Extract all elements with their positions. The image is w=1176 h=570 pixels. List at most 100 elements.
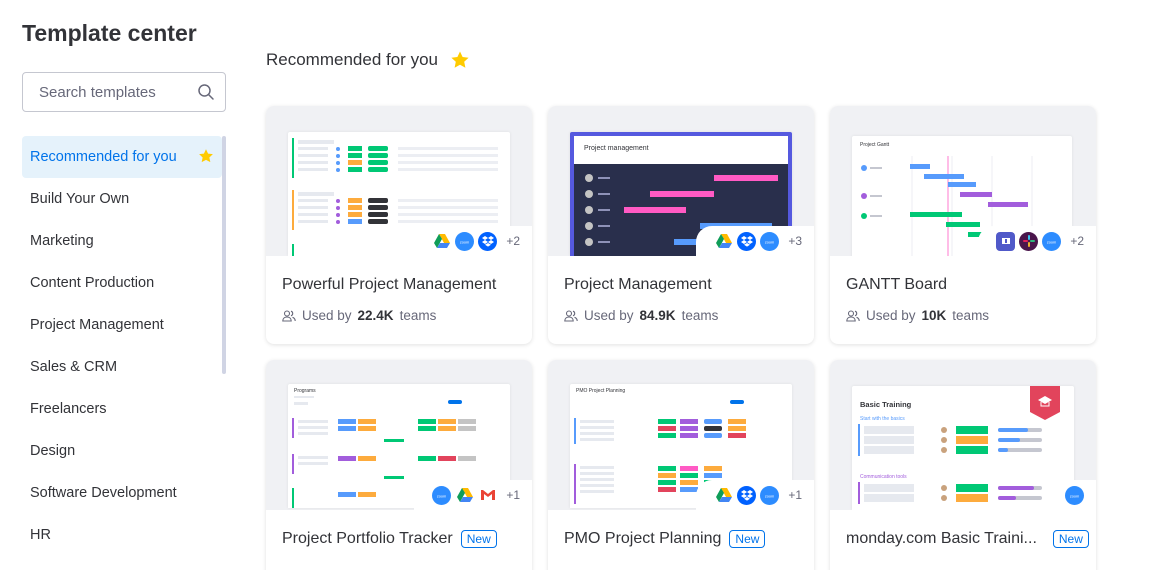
google-drive-icon — [455, 486, 474, 505]
preview-title: Basic Training — [860, 400, 912, 409]
preview-section-basics: Start with the basics — [860, 416, 905, 422]
dropbox-icon — [737, 231, 757, 251]
nav-item-label: Sales & CRM — [30, 359, 118, 375]
more-integrations-count: +2 — [506, 234, 520, 248]
svg-text:zoom: zoom — [460, 240, 469, 244]
template-center: Template center Recommended for you Buil… — [0, 0, 1176, 570]
microsoft-teams-icon — [996, 231, 1016, 251]
template-name: monday.com Basic Traini... New — [846, 530, 1089, 548]
template-preview: Programs zoom +1 — [266, 360, 532, 510]
svg-text:zoom: zoom — [1070, 494, 1079, 498]
users-icon — [846, 309, 860, 322]
google-drive-icon — [432, 232, 451, 251]
template-title: Powerful Project Management — [282, 276, 497, 293]
usage-number: 84.9K — [639, 308, 676, 323]
template-card[interactable]: Basic Training Start with the basics Com… — [830, 360, 1096, 570]
template-preview: zoom +2 — [266, 106, 532, 256]
integrations: zoom — [1047, 480, 1096, 510]
gmail-icon — [478, 486, 497, 505]
more-integrations-count: +3 — [788, 234, 802, 248]
zoom-icon: zoom — [1042, 231, 1062, 251]
nav-item-label: Content Production — [30, 275, 155, 291]
more-integrations-count: +1 — [506, 488, 520, 502]
nav-item-label: Build Your Own — [30, 191, 130, 207]
svg-text:zoom: zoom — [765, 240, 774, 244]
template-title: Project Portfolio Tracker — [282, 530, 453, 547]
search-input[interactable] — [39, 83, 189, 101]
new-badge: New — [1052, 530, 1089, 548]
usage-suffix: teams — [399, 308, 437, 323]
svg-text:zoom: zoom — [1047, 240, 1056, 244]
integrations: zoom +2 — [414, 226, 532, 256]
preview-section-communication: Communication tools — [860, 474, 907, 480]
integrations: zoom +2 — [978, 226, 1096, 256]
star-icon — [451, 51, 469, 68]
nav-item-sales-crm[interactable]: Sales & CRM — [22, 346, 222, 388]
template-card[interactable]: PMO Project Planning zoom +1 PMO Project… — [548, 360, 814, 570]
nav-item-project-management[interactable]: Project Management — [22, 304, 222, 346]
template-preview: Basic Training Start with the basics Com… — [830, 360, 1096, 510]
nav-item-design[interactable]: Design — [22, 430, 222, 472]
template-card[interactable]: Project Gantt zoom +2 GANTT Board Used b… — [830, 106, 1096, 344]
template-name: Project Portfolio Tracker New — [282, 530, 497, 548]
template-name: PMO Project Planning New — [564, 530, 766, 548]
integrations: zoom +1 — [414, 480, 532, 510]
template-card[interactable]: Project management zoom +3 Project Manag… — [548, 106, 814, 344]
template-title: PMO Project Planning — [564, 530, 722, 547]
template-title: GANTT Board — [846, 276, 948, 293]
usage-number: 10K — [921, 308, 947, 323]
zoom-icon: zoom — [1065, 485, 1084, 505]
dropbox-icon — [478, 231, 498, 251]
users-icon — [282, 309, 296, 322]
more-integrations-count: +2 — [1070, 234, 1084, 248]
nav-item-software-development[interactable]: Software Development — [22, 472, 222, 514]
nav-item-label: Design — [30, 443, 76, 459]
new-badge: New — [729, 530, 766, 548]
template-name: Project Management — [564, 276, 712, 294]
sidebar-scrollbar[interactable] — [222, 136, 226, 374]
more-integrations-count: +1 — [788, 488, 802, 502]
search-icon[interactable] — [197, 83, 215, 101]
usage-suffix: teams — [952, 308, 990, 323]
nav-item-recommended[interactable]: Recommended for you — [22, 136, 222, 178]
svg-text:zoom: zoom — [765, 494, 774, 498]
zoom-icon: zoom — [760, 231, 780, 251]
preview-title: Programs — [294, 388, 316, 394]
google-drive-icon — [714, 486, 733, 505]
usage-count: Used by 10K teams — [846, 308, 989, 323]
usage-prefix: Used by — [866, 308, 916, 323]
section-title: Recommended for you — [266, 50, 470, 70]
nav-item-label: Software Development — [30, 485, 177, 501]
usage-prefix: Used by — [302, 308, 352, 323]
usage-prefix: Used by — [584, 308, 634, 323]
template-name: GANTT Board — [846, 276, 947, 294]
template-preview: Project management zoom +3 — [548, 106, 814, 256]
template-card[interactable]: zoom +2 Powerful Project Management Used… — [266, 106, 532, 344]
usage-count: Used by 22.4K teams — [282, 308, 436, 323]
template-name: Powerful Project Management — [282, 276, 496, 294]
nav-item-label: Marketing — [30, 233, 94, 249]
integrations: zoom +1 — [696, 480, 814, 510]
zoom-icon: zoom — [455, 231, 475, 251]
template-card[interactable]: Programs zoom +1 Project Portfolio Track… — [266, 360, 532, 570]
nav-item-hr[interactable]: HR — [22, 514, 222, 556]
nav-item-label: Project Management — [30, 317, 164, 333]
nav-item-label: Recommended for you — [30, 149, 177, 165]
nav-item-marketing[interactable]: Marketing — [22, 220, 222, 262]
slack-icon — [1019, 231, 1039, 251]
star-icon — [199, 149, 213, 163]
page-title: Template center — [22, 20, 197, 46]
new-badge: New — [460, 530, 497, 548]
usage-suffix: teams — [681, 308, 719, 323]
nav-item-build-your-own[interactable]: Build Your Own — [22, 178, 222, 220]
search-box[interactable] — [22, 72, 226, 112]
integrations: zoom +3 — [696, 226, 814, 256]
template-title: monday.com Basic Traini... — [846, 530, 1037, 547]
zoom-icon: zoom — [760, 485, 780, 505]
zoom-icon: zoom — [432, 485, 452, 505]
users-icon — [564, 309, 578, 322]
template-preview: Project Gantt zoom +2 — [830, 106, 1096, 256]
usage-count: Used by 84.9K teams — [564, 308, 718, 323]
nav-item-content-production[interactable]: Content Production — [22, 262, 222, 304]
nav-item-freelancers[interactable]: Freelancers — [22, 388, 222, 430]
